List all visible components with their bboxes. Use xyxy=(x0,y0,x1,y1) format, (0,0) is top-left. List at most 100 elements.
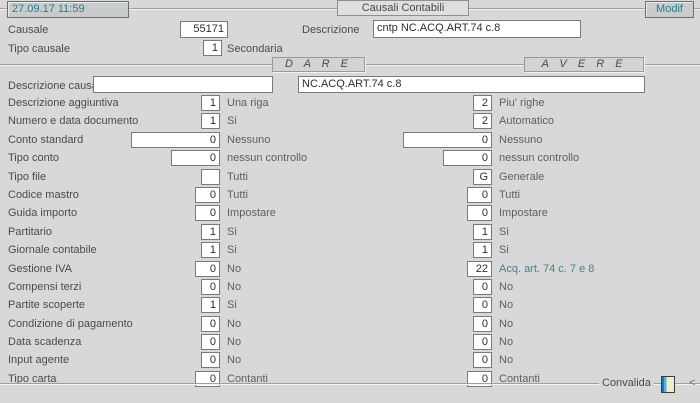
dare-value-text: No xyxy=(227,354,241,366)
avere-value-text: No xyxy=(499,318,513,330)
dare-value-text: No xyxy=(227,263,241,275)
dare-value-text: nessun controllo xyxy=(227,152,307,164)
dare-value-input[interactable]: 0 xyxy=(195,261,220,277)
dare-value-input[interactable]: 0 xyxy=(131,132,220,148)
dare-value-input[interactable]: 0 xyxy=(201,352,220,368)
avere-value-input[interactable]: 0 xyxy=(473,316,492,332)
dare-value-input[interactable]: 0 xyxy=(171,150,220,166)
causale-label: Causale xyxy=(8,24,48,36)
avere-value-text: Tutti xyxy=(499,189,520,201)
descrizione-causale-dare-input[interactable] xyxy=(93,76,273,93)
dare-value-input[interactable]: 1 xyxy=(201,113,220,129)
avere-value-input[interactable]: 2 xyxy=(473,113,492,129)
avere-value-input[interactable]: G xyxy=(473,169,492,185)
dare-value-input[interactable]: 1 xyxy=(201,297,220,313)
avere-value-input[interactable]: 0 xyxy=(473,297,492,313)
field-row: Gestione IVA 0 No 22 Acq. art. 74 c. 7 e 8 xyxy=(0,260,700,278)
dare-value-text: Si xyxy=(227,115,237,127)
avere-value-input[interactable]: 0 xyxy=(473,352,492,368)
page-title: Causali Contabili xyxy=(337,0,469,16)
tipo-causale-input[interactable]: 1 xyxy=(203,40,222,56)
field-row: Tipo carta0Contanti0Contanti xyxy=(0,370,700,388)
field-label: Guida importo xyxy=(8,207,77,219)
avere-value-input[interactable]: 0 xyxy=(403,132,492,148)
dare-value-input[interactable]: 0 xyxy=(201,279,220,295)
avere-value-text: No xyxy=(499,354,513,366)
field-row: Partite scoperte 1 Si 0 No xyxy=(0,296,700,314)
field-label: Data scadenza xyxy=(8,336,81,348)
field-rows: Descrizione aggiuntiva1Una riga2Piu' rig… xyxy=(0,94,700,388)
field-row: Input agente 0 No 0 No xyxy=(0,351,700,369)
avere-value-text: Generale xyxy=(499,171,544,183)
avere-value-text: Si xyxy=(499,244,509,256)
field-label: Numero e data documento xyxy=(8,115,138,127)
field-label: Tipo conto xyxy=(8,152,59,164)
descrizione-causale-label: Descrizione causale xyxy=(8,80,106,92)
field-label: Compensi terzi xyxy=(8,281,81,293)
dare-value-input[interactable]: 0 xyxy=(201,334,220,350)
avere-value-text: Piu' righe xyxy=(499,97,545,109)
dare-value-text: Si xyxy=(227,244,237,256)
dare-value-text: Si xyxy=(227,299,237,311)
modif-mode-button[interactable]: Modif xyxy=(645,1,694,18)
dare-value-input[interactable]: 0 xyxy=(195,205,220,221)
avere-value-text: No xyxy=(499,336,513,348)
descrizione-causale-avere-input[interactable]: NC.ACQ.ART.74 c.8 xyxy=(298,76,645,93)
avere-column-header: A V E R E xyxy=(524,57,644,72)
tipo-causale-label: Tipo causale xyxy=(8,43,70,55)
field-row: Numero e data documento1Si2Automatico xyxy=(0,112,700,130)
descrizione-input[interactable]: cntp NC.ACQ.ART.74 c.8 xyxy=(373,20,581,38)
bottom-divider-line xyxy=(0,383,700,385)
avere-value-input[interactable]: 1 xyxy=(473,242,492,258)
dare-value-text: Tutti xyxy=(227,171,248,183)
field-label: Conto standard xyxy=(8,134,83,146)
causale-input[interactable]: 55171 xyxy=(180,21,228,38)
field-label: Condizione di pagamento xyxy=(8,318,133,330)
avere-value-input[interactable]: 0 xyxy=(443,150,492,166)
dare-value-input[interactable]: 1 xyxy=(201,224,220,240)
field-row: Partitario1Si1Si xyxy=(0,223,700,241)
datetime-box: 27.09.17 11:59 xyxy=(7,1,129,18)
dare-value-text: No xyxy=(227,281,241,293)
dare-value-text: Tutti xyxy=(227,189,248,201)
avere-value-input[interactable]: 0 xyxy=(473,334,492,350)
dare-column-header: D A R E xyxy=(272,57,365,72)
avere-value-input[interactable]: 2 xyxy=(473,95,492,111)
field-label: Partitario xyxy=(8,226,52,238)
dare-value-text: No xyxy=(227,318,241,330)
field-row: Descrizione aggiuntiva1Una riga2Piu' rig… xyxy=(0,94,700,112)
avere-value-text: nessun controllo xyxy=(499,152,579,164)
avere-value-input[interactable]: 0 xyxy=(467,205,492,221)
field-row: Codice mastro 0 Tutti 0 Tutti xyxy=(0,186,700,204)
field-row: Tipo conto 0 nessun controllo 0 nessun contr… xyxy=(0,149,700,167)
avere-value-text: Acq. art. 74 c. 7 e 8 xyxy=(499,263,594,275)
avere-value-text: Si xyxy=(499,226,509,238)
field-label: Descrizione aggiuntiva xyxy=(8,97,119,109)
dare-value-text: No xyxy=(227,336,241,348)
avere-value-input[interactable]: 1 xyxy=(473,224,492,240)
avere-value-text: Impostare xyxy=(499,207,548,219)
field-label: Giornale contabile xyxy=(8,244,97,256)
avere-value-input[interactable]: 22 xyxy=(467,261,492,277)
dare-value-text: Nessuno xyxy=(227,134,270,146)
dare-value-input[interactable]: 0 xyxy=(195,187,220,203)
field-label: Gestione IVA xyxy=(8,263,72,275)
back-arrow-icon: < xyxy=(689,377,695,389)
avere-value-text: No xyxy=(499,299,513,311)
tipo-causale-text: Secondaria xyxy=(227,43,283,55)
avere-value-text: No xyxy=(499,281,513,293)
dare-value-input[interactable]: 0 xyxy=(201,316,220,332)
field-row: Tipo fileTuttiGGenerale xyxy=(0,168,700,186)
dare-value-input[interactable]: 1 xyxy=(201,95,220,111)
dare-value-input[interactable]: 1 xyxy=(201,242,220,258)
dare-value-input[interactable] xyxy=(201,169,220,185)
field-label: Codice mastro xyxy=(8,189,79,201)
field-row: Conto standard0Nessuno0Nessuno xyxy=(0,131,700,149)
field-label: Input agente xyxy=(8,354,69,366)
field-row: Data scadenza 0 No 0 No xyxy=(0,333,700,351)
convalida-button[interactable]: Convalida xyxy=(599,377,654,389)
avere-value-input[interactable]: 0 xyxy=(467,187,492,203)
field-label: Partite scoperte xyxy=(8,299,85,311)
avere-value-input[interactable]: 0 xyxy=(473,279,492,295)
convalida-cursor-icon[interactable] xyxy=(661,376,675,393)
